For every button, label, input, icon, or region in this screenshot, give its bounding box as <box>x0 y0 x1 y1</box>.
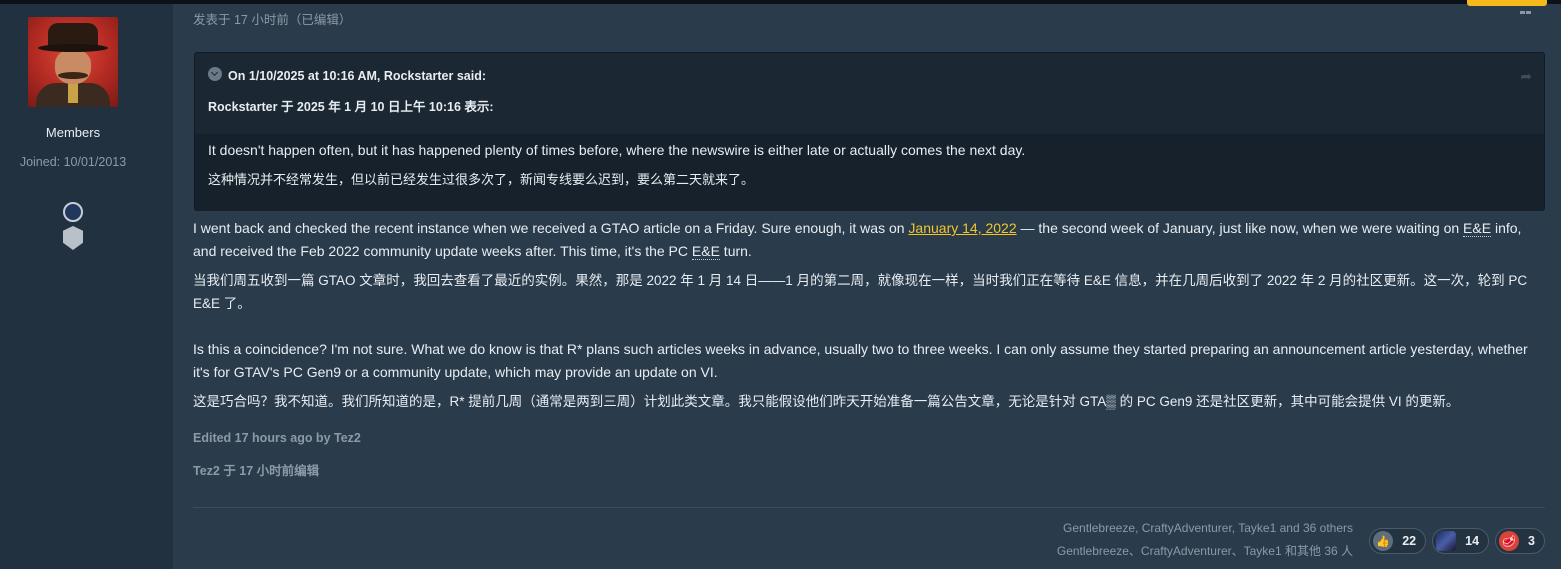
grid-icon[interactable] <box>1520 2 1534 14</box>
reaction-count: 22 <box>1402 534 1417 548</box>
post-body: I went back and checked the recent insta… <box>193 217 1545 419</box>
avatar[interactable] <box>28 17 118 107</box>
paragraph-2: Is this a coincidence? I'm not sure. Wha… <box>193 341 1528 380</box>
paragraph-1: I went back and checked the recent insta… <box>193 220 1522 260</box>
chevron-down-icon[interactable] <box>208 66 222 81</box>
top-bar <box>0 0 1561 4</box>
paragraph-1-translation: 当我们周五收到一篇 GTAO 文章时，我回去查看了最近的实例。果然，那是 202… <box>193 273 1528 311</box>
reaction-bar: 👍 22 14 🥩 3 <box>1369 528 1545 554</box>
reaction-picture[interactable]: 14 <box>1432 528 1490 554</box>
quote-body: It doesn't happen often, but it has happ… <box>195 134 1544 211</box>
reactors-text-translation: Gentlebreeze、CraftyAdventurer、Tayke1 和其他… <box>1056 544 1353 558</box>
edited-note: Edited 17 hours ago by Tez2 <box>193 431 361 445</box>
paragraph-2-translation: 这是巧合吗？我不知道。我们所知道的是，R* 提前几周（通常是两到三周）计划此类文… <box>193 394 1460 409</box>
quote-citation[interactable]: On 1/10/2025 at 10:16 AM, Rockstarter sa… <box>228 69 486 83</box>
picture-reaction-icon <box>1436 531 1457 551</box>
reaction-steak[interactable]: 🥩 3 <box>1495 528 1545 554</box>
abbr-ee[interactable]: E&E <box>1463 220 1492 237</box>
member-group: Members <box>45 125 101 140</box>
quote-block: On 1/10/2025 at 10:16 AM, Rockstarter sa… <box>194 52 1545 211</box>
divider <box>193 507 1545 508</box>
reaction-count: 3 <box>1528 534 1535 548</box>
date-link[interactable]: January 14, 2022 <box>908 220 1016 236</box>
reactors-list[interactable]: Gentlebreeze, CraftyAdventurer, Tayke1 a… <box>1057 517 1353 563</box>
reaction-like[interactable]: 👍 22 <box>1369 528 1427 554</box>
edited-note-translation: Tez2 于 17 小时前编辑 <box>193 464 320 478</box>
reaction-count: 14 <box>1465 534 1480 548</box>
quote-text-translation: 这种情况并不经常发生，但以前已经发生过很多次了，新闻专线要么迟到，要么第二天就来… <box>208 172 755 187</box>
quote-text: It doesn't happen often, but it has happ… <box>208 142 1026 158</box>
quote-citation-translation: Rockstarter 于 2025 年 1 月 10 日上午 10:16 表示… <box>208 100 494 114</box>
share-arrow-icon[interactable]: ➦ <box>1520 68 1532 85</box>
joined-date: Joined: 10/01/2013 <box>19 155 127 169</box>
author-column: Members Joined: 10/01/2013 <box>0 4 173 569</box>
abbr-ee[interactable]: E&E <box>691 243 720 260</box>
post-timestamp: 发表于 17 小时前（已编辑） <box>193 13 352 27</box>
top-accent-button[interactable] <box>1467 0 1547 6</box>
medal-badge-icon <box>62 202 84 254</box>
reactors-text[interactable]: Gentlebreeze, CraftyAdventurer, Tayke1 a… <box>1057 517 1353 540</box>
thumbs-up-icon: 👍 <box>1373 531 1394 551</box>
steak-icon: 🥩 <box>1499 531 1520 551</box>
